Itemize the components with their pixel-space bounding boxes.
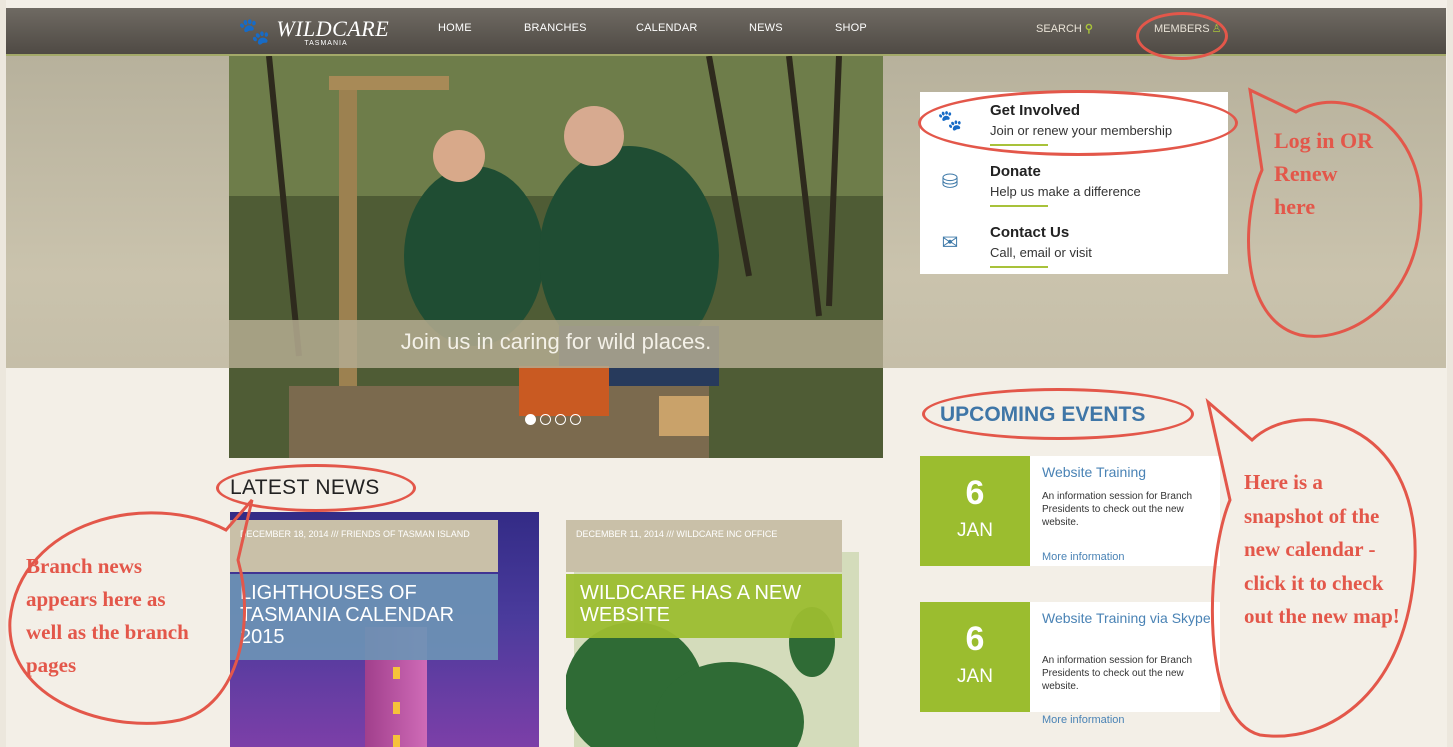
news-meta: DECEMBER 11, 2014 /// WILDCARE INC OFFIC… [566, 520, 842, 572]
news-title[interactable]: LIGHTHOUSES OF TASMANIA CALENDAR 2015 [230, 574, 498, 660]
hero-slideshow[interactable]: Join us in caring for wild places. [229, 56, 883, 458]
divider [990, 205, 1048, 207]
event-title[interactable]: Website Training [1042, 464, 1217, 480]
slide-dot[interactable] [540, 414, 551, 425]
nav-branches[interactable]: BRANCHES [524, 22, 587, 34]
news-card[interactable]: DECEMBER 18, 2014 /// FRIENDS OF TASMAN … [230, 512, 539, 747]
event-desc: An information session for Branch Presid… [1042, 491, 1193, 528]
nav-news[interactable]: NEWS [749, 22, 783, 34]
brand-title: WILDCARE [276, 16, 390, 41]
top-nav: 🐾 WILDCARE TASMANIA HOME BRANCHES CALEND… [6, 8, 1446, 57]
action-desc: Help us make a difference [990, 184, 1141, 199]
event-more-link[interactable]: More information [1042, 714, 1125, 726]
action-title: Contact Us [990, 224, 1070, 241]
divider [990, 266, 1048, 268]
event-card[interactable]: 6 JAN Website Training An information se… [920, 456, 1220, 566]
slide-dot[interactable] [525, 414, 536, 425]
login-annotation: Log in OR Renew here [1274, 128, 1374, 219]
event-day: 6 [965, 620, 985, 658]
news-card[interactable]: DECEMBER 11, 2014 /// WILDCARE INC OFFIC… [566, 512, 861, 747]
annotation-ring [922, 388, 1194, 440]
event-more-link[interactable]: More information [1042, 551, 1125, 563]
event-desc: An information session for Branch Presid… [1042, 655, 1193, 692]
search-button[interactable]: SEARCH ⚲ [1036, 22, 1093, 35]
nav-calendar[interactable]: CALENDAR [636, 22, 698, 34]
coins-icon: ⛁ [941, 171, 959, 193]
annotation-ring [216, 464, 416, 512]
nav-shop[interactable]: SHOP [835, 22, 867, 34]
ticket-icon: ✉ [941, 232, 959, 254]
annotation-ring [1136, 12, 1228, 60]
event-title[interactable]: Website Training via Skype [1042, 610, 1217, 626]
nav-home[interactable]: HOME [438, 22, 472, 34]
event-month: JAN [957, 666, 993, 687]
event-card[interactable]: 6 JAN Website Training via Skype An info… [920, 602, 1220, 726]
brand-subtitle: TASMANIA [304, 40, 348, 47]
search-icon: ⚲ [1084, 23, 1093, 35]
action-title: Donate [990, 163, 1041, 180]
news-meta: DECEMBER 18, 2014 /// FRIENDS OF TASMAN … [230, 520, 498, 572]
branch-annotation: Branch news appears here as well as the … [26, 554, 189, 677]
slide-dots [525, 414, 581, 425]
logo[interactable]: 🐾 WILDCARE TASMANIA [238, 18, 389, 48]
page: 🐾 WILDCARE TASMANIA HOME BRANCHES CALEND… [0, 0, 1453, 747]
search-label: SEARCH [1036, 23, 1082, 35]
contact-us-link[interactable]: ✉ Contact Us Call, email or visit [920, 216, 1228, 274]
hero-photo [229, 56, 883, 458]
event-month: JAN [957, 520, 993, 541]
action-desc: Call, email or visit [990, 245, 1092, 260]
paw-logo-icon: 🐾 [238, 16, 271, 46]
event-date: 6 JAN [920, 602, 1030, 712]
event-date: 6 JAN [920, 456, 1030, 566]
hero-caption: Join us in caring for wild places. [400, 329, 712, 354]
slide-dot[interactable] [555, 414, 566, 425]
news-title[interactable]: WILDCARE HAS A NEW WEBSITE [566, 574, 842, 638]
slide-dot[interactable] [570, 414, 581, 425]
annotation-ring [918, 90, 1238, 156]
calendar-annotation: Here is a snapshot of the new calendar -… [1244, 470, 1400, 628]
donate-link[interactable]: ⛁ Donate Help us make a difference [920, 155, 1228, 213]
event-day: 6 [965, 474, 985, 512]
